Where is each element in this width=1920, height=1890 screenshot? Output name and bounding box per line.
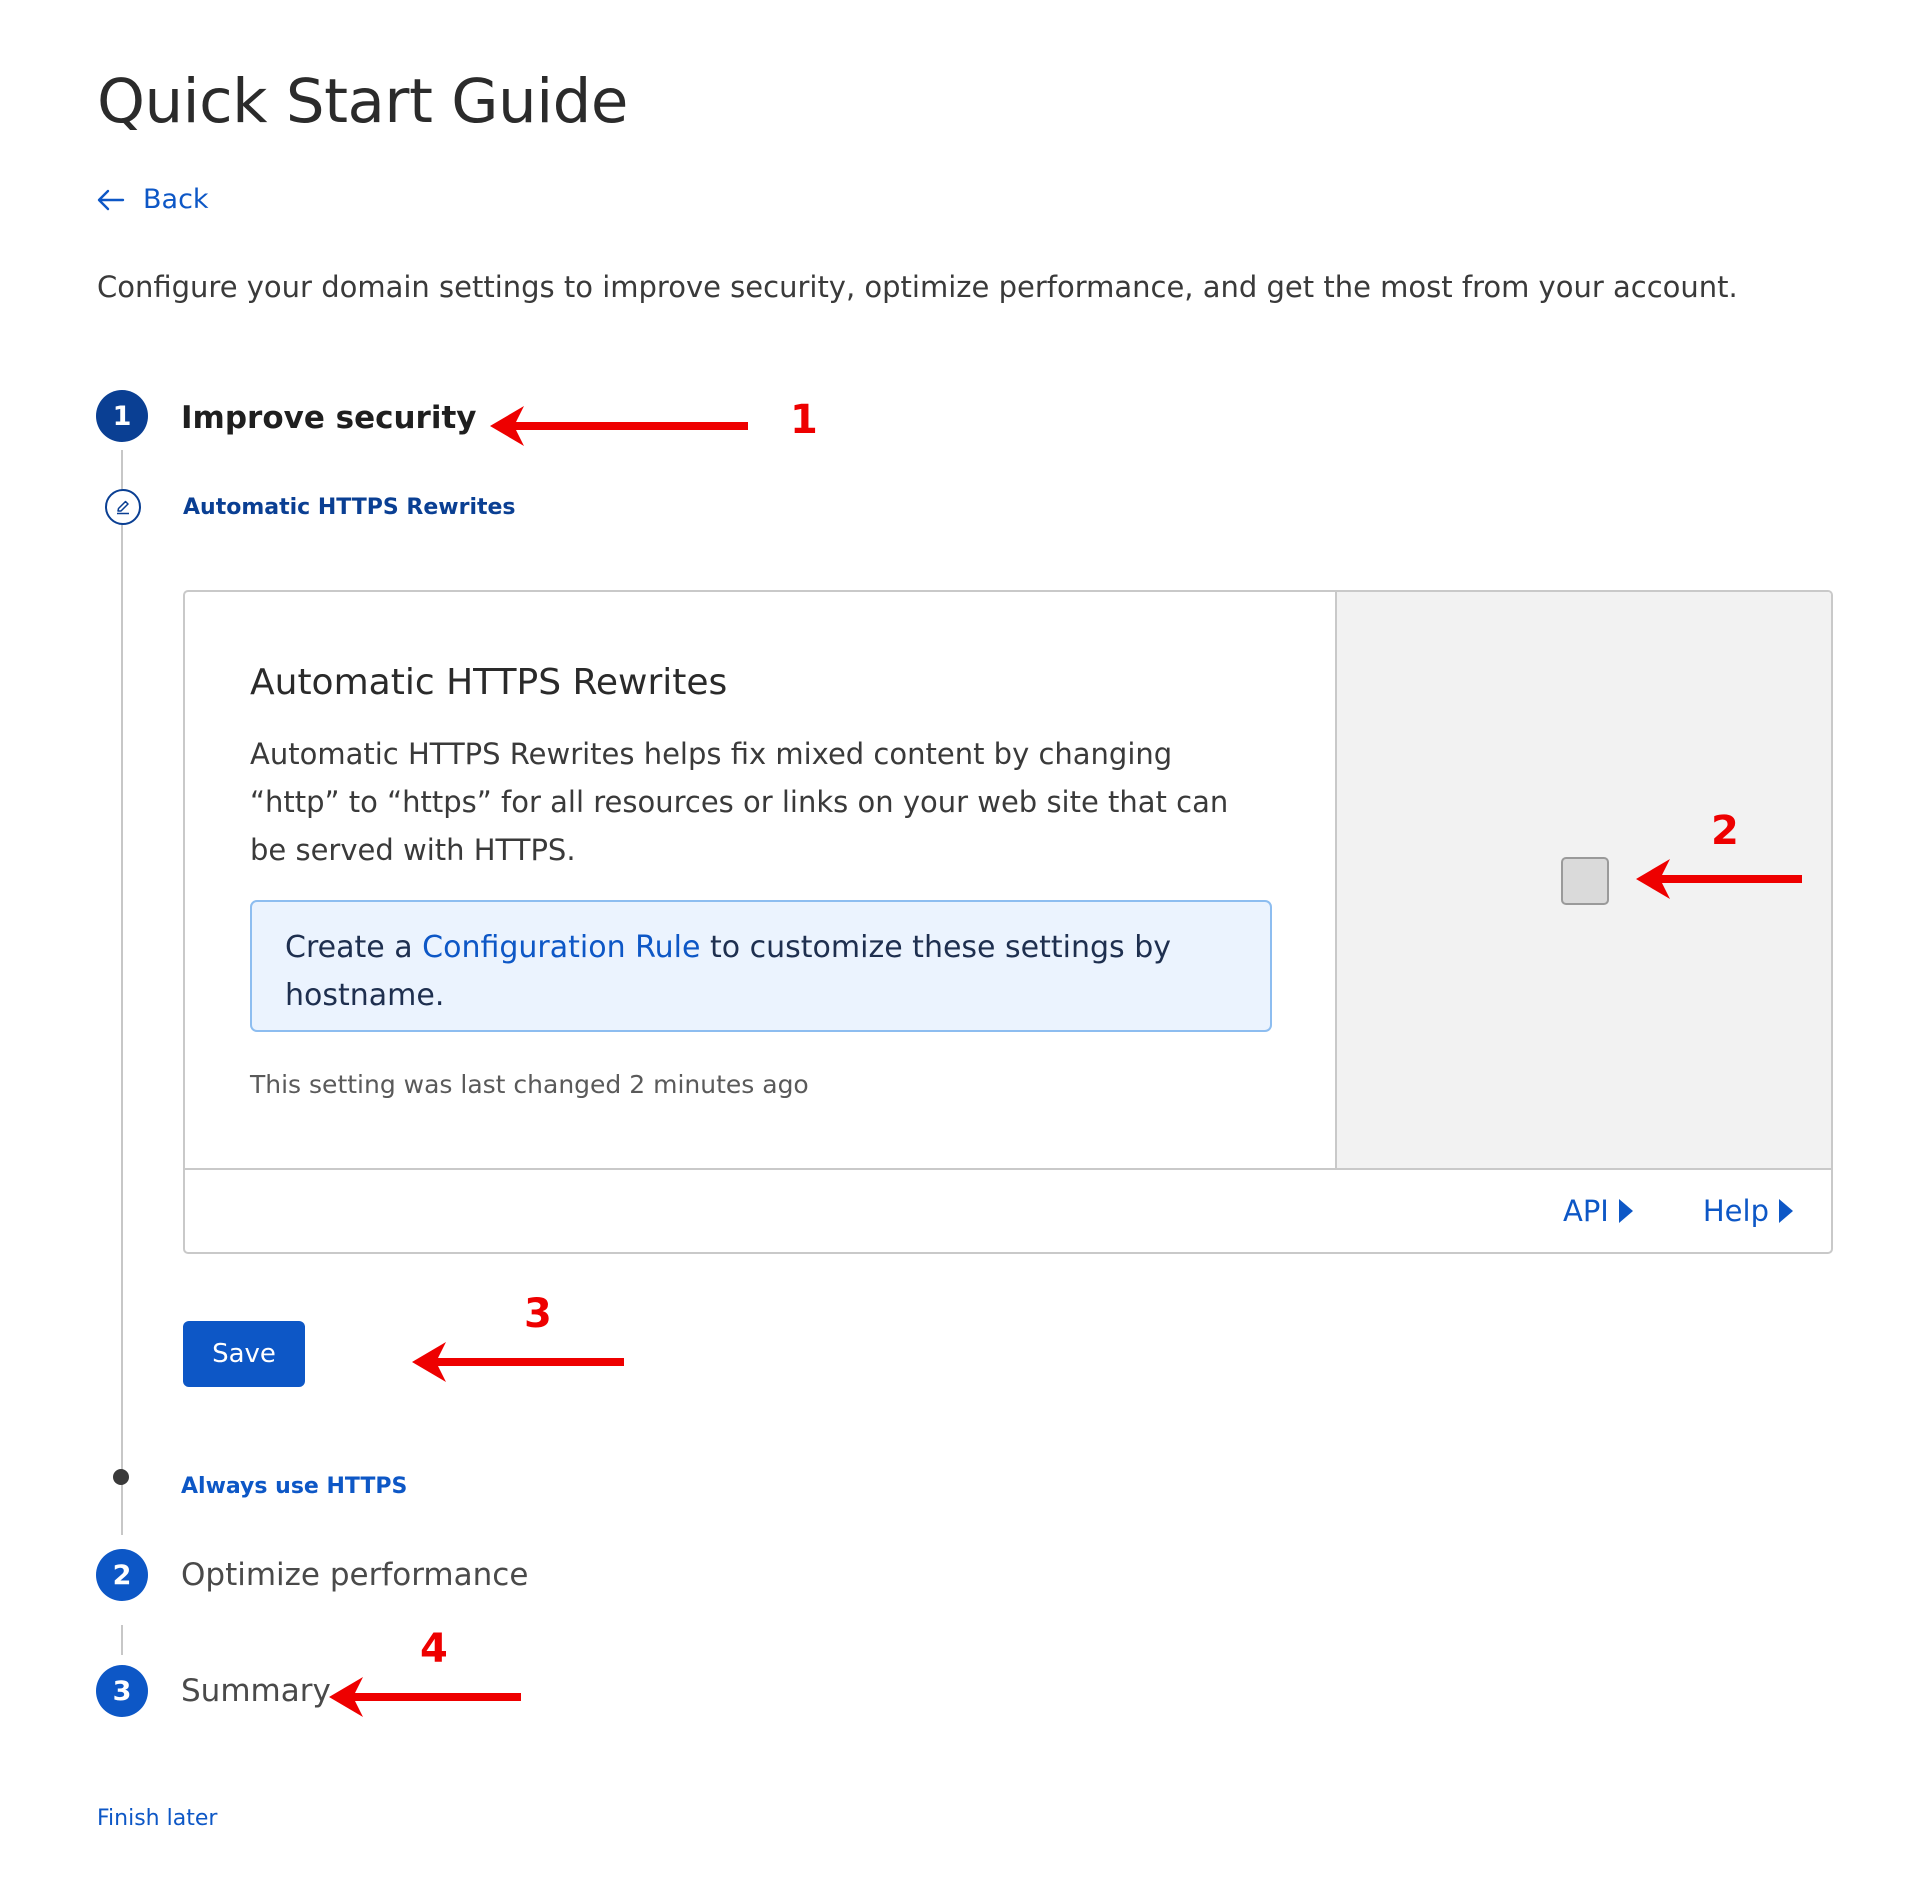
annotation-arrow-2 [1636,859,1802,899]
caret-right-icon [1618,1199,1633,1223]
substep-always-use-https[interactable]: Always use HTTPS [181,1474,407,1499]
setting-checkbox[interactable] [1561,857,1609,905]
setting-card: Automatic HTTPS Rewrites Automatic HTTPS… [183,590,1833,1254]
help-label: Help [1702,1194,1769,1228]
card-footer: API Help [185,1170,1831,1252]
substep-automatic-https-rewrites: Automatic HTTPS Rewrites [183,495,516,520]
back-label: Back [143,184,209,215]
annotation-number-2: 2 [1711,808,1739,854]
back-link[interactable]: Back [97,184,209,215]
card-title: Automatic HTTPS Rewrites [250,662,728,703]
timeline-connector [121,1625,123,1655]
annotation-arrow-1 [490,406,748,446]
configuration-rule-link[interactable]: Configuration Rule [422,930,700,965]
card-description: Automatic HTTPS Rewrites helps fix mixed… [250,737,1229,867]
info-callout: Create a Configuration Rule to customize… [250,900,1272,1032]
step-label-optimize-performance[interactable]: Optimize performance [181,1557,528,1593]
api-label: API [1562,1194,1609,1228]
step-number-1: 1 [96,390,148,442]
api-link[interactable]: API [1563,1194,1633,1228]
finish-later-link[interactable]: Finish later [97,1806,217,1831]
step-label-improve-security: Improve security [181,400,477,436]
page-title: Quick Start Guide [97,66,628,137]
last-changed-text: This setting was last changed 2 minutes … [250,1070,809,1099]
help-link[interactable]: Help [1703,1194,1793,1228]
timeline-connector [121,450,123,1535]
info-text-prefix: Create a [285,930,423,965]
caret-right-icon [1779,1199,1793,1223]
annotation-number-1: 1 [790,397,818,443]
annotation-number-4: 4 [420,1626,448,1672]
annotation-arrow-4 [329,1677,521,1717]
annotation-arrow-3 [412,1342,624,1382]
annotation-number-3: 3 [524,1291,552,1337]
card-content: Automatic HTTPS Rewrites Automatic HTTPS… [185,592,1337,1170]
save-button[interactable]: Save [183,1321,305,1387]
substep-dot [113,1469,129,1485]
step-number-3: 3 [96,1665,148,1717]
step-number-2: 2 [96,1549,148,1601]
edit-icon [105,489,141,525]
step-label-summary[interactable]: Summary [181,1673,331,1709]
arrow-left-icon [97,189,125,210]
page-intro: Configure your domain settings to improv… [97,270,1738,304]
